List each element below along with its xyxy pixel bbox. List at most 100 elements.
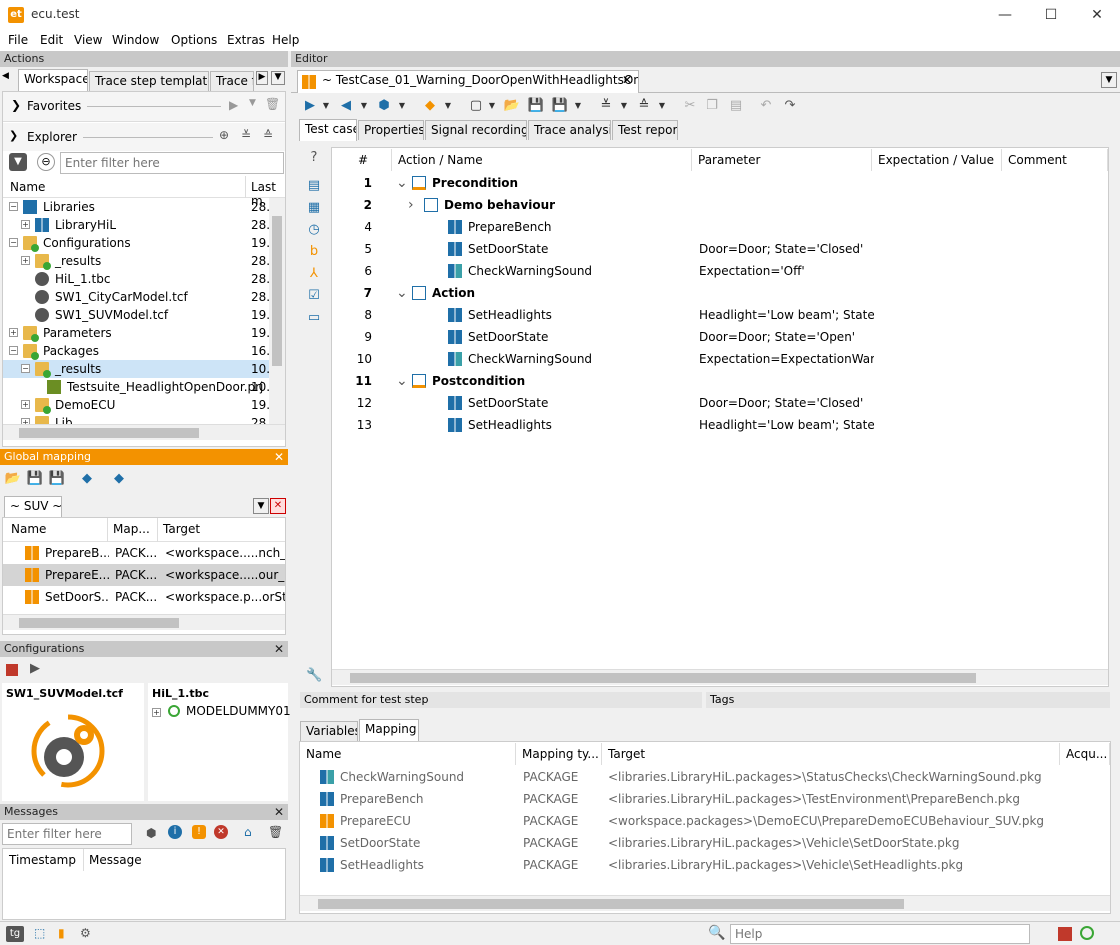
msg-col-message[interactable]: Message <box>89 853 142 867</box>
tab-workspace[interactable]: Workspace <box>18 69 88 91</box>
run-dropdown-icon[interactable]: ▼ <box>317 97 335 115</box>
tab-testcase-file[interactable]: ~ TestCase_01_Warning_DoorOpenWithHeadli… <box>297 70 639 93</box>
expand-chevron-icon[interactable]: › <box>408 194 414 216</box>
map-col-acquisition[interactable]: Acqu... <box>1060 743 1110 765</box>
grid-hscroll[interactable] <box>332 669 1108 685</box>
collapse-dropdown-icon[interactable]: ▼ <box>653 97 671 115</box>
lock-icon[interactable]: ⌂ <box>244 825 252 839</box>
tree-item[interactable]: SW1_SUVModel.tcf 19.1 <box>3 306 269 324</box>
test-step-row[interactable]: 1 ⌄ Precondition <box>332 172 1108 194</box>
explorer-filter-input[interactable] <box>60 152 284 174</box>
filter-info-icon[interactable]: i <box>168 825 182 839</box>
test-step-row[interactable]: 6 CheckWarningSound Expectation='Off' <box>332 260 1108 282</box>
tree-item[interactable]: − Configurations 19.1 <box>3 234 269 252</box>
test-step-row[interactable]: 2 › Demo behaviour <box>332 194 1108 216</box>
branch-icon[interactable]: ⅄ <box>306 266 322 282</box>
save-all-icon[interactable]: 💾 <box>551 97 569 115</box>
tab-signal-recordings[interactable]: Signal recordings <box>425 120 527 140</box>
gm-row[interactable]: SetDoorS... PACK... <workspace.p...orState <box>3 586 285 608</box>
stop-all-icon[interactable] <box>1058 927 1072 941</box>
chevron-right-icon[interactable]: ❯ <box>11 98 21 112</box>
tree-expander-icon[interactable]: + <box>21 256 30 265</box>
settings-gear-icon[interactable]: ⚙ <box>80 926 91 940</box>
config-expander[interactable]: + <box>152 708 161 717</box>
mapping-row[interactable]: PrepareBench PACKAGE <libraries.LibraryHiL… <box>300 788 1110 810</box>
tree-expander-icon[interactable]: − <box>9 346 18 355</box>
close-messages-icon[interactable]: ✕ <box>274 804 284 820</box>
test-step-row[interactable]: 11 ⌄ Postcondition <box>332 370 1108 392</box>
bus-icon[interactable]: b <box>306 244 322 260</box>
new-dropdown-icon[interactable]: ▼ <box>483 97 501 115</box>
msg-col-timestamp[interactable]: Timestamp <box>9 853 76 867</box>
save-icon[interactable]: 💾 <box>26 470 44 488</box>
comment-icon[interactable]: ▭ <box>306 310 322 326</box>
tree-item[interactable]: +Lib28.0 <box>3 414 269 424</box>
check-mapping-icon[interactable]: ◆ <box>78 470 96 488</box>
tree-item[interactable]: − Packages 16.1 <box>3 342 269 360</box>
tab-suv[interactable]: ~ SUV ~ <box>4 496 62 518</box>
close-button[interactable]: ✕ <box>1074 0 1120 31</box>
close-tab-icon[interactable]: ✕ <box>622 71 632 89</box>
menu-view[interactable]: View <box>74 33 102 47</box>
chevron-down-icon[interactable]: ❯ <box>9 129 18 142</box>
filter-icon[interactable]: ▼ <box>9 153 27 171</box>
wrench-icon[interactable]: 🔧 <box>306 668 322 684</box>
paste-icon[interactable]: ▤ <box>727 97 745 115</box>
explorer-vscroll[interactable] <box>269 198 285 424</box>
help-icon[interactable]: ? <box>306 150 322 166</box>
check-dropdown-icon[interactable]: ▼ <box>439 97 457 115</box>
column-name[interactable]: Name <box>10 180 45 194</box>
menu-options[interactable]: Options <box>171 33 217 47</box>
tree-item[interactable]: + DemoECU 19.1 <box>3 396 269 414</box>
close-global-mapping-icon[interactable]: ✕ <box>274 449 284 465</box>
tree-item[interactable]: HiL_1.tbc 28.0 <box>3 270 269 288</box>
test-step-row[interactable]: 7 ⌄ Action <box>332 282 1108 304</box>
mapping-dropdown-icon[interactable]: ▼ <box>253 498 269 514</box>
delete-icon[interactable]: 🗑 <box>265 97 280 111</box>
collapse-all-icon[interactable]: ≙ <box>263 128 273 142</box>
stop-icon[interactable] <box>6 664 18 676</box>
menu-file[interactable]: File <box>8 33 28 47</box>
menu-help[interactable]: Help <box>272 33 299 47</box>
collapse-chevron-icon[interactable]: ⌄ <box>396 172 408 194</box>
test-step-row[interactable]: 12 SetDoorState Door=Door; State='Closed' <box>332 392 1108 414</box>
package-dropdown-icon[interactable]: ▼ <box>393 97 411 115</box>
grid-col-action-name[interactable]: Action / Name <box>392 149 692 171</box>
tab-scroll-right-icon[interactable]: ▶ <box>256 71 268 85</box>
cut-icon[interactable]: ✂ <box>681 97 699 115</box>
tab-test-report[interactable]: Test report <box>612 120 678 140</box>
explorer-hscroll[interactable] <box>3 424 285 440</box>
tg-icon[interactable]: tg <box>6 926 24 942</box>
collapse-chevron-icon[interactable]: ⌄ <box>396 282 408 304</box>
close-configurations-icon[interactable]: ✕ <box>274 641 284 657</box>
mapping-row[interactable]: PrepareECU PACKAGE <workspace.packages>\De… <box>300 810 1110 832</box>
save-file-icon[interactable]: 💾 <box>527 97 545 115</box>
tree-item[interactable]: + LibraryHiL 28.0 <box>3 216 269 234</box>
expand-dropdown-icon[interactable]: ▼ <box>615 97 633 115</box>
tree-expander-icon[interactable]: − <box>21 364 30 373</box>
filter-error-icon[interactable]: ✕ <box>214 825 228 839</box>
menu-window[interactable]: Window <box>112 33 159 47</box>
undo-icon[interactable]: ↶ <box>757 97 775 115</box>
open-icon[interactable]: 📂 <box>4 470 22 488</box>
test-step-row[interactable]: 4 PrepareBench <box>332 216 1108 238</box>
package-icon[interactable]: ⬢ <box>375 97 393 115</box>
gm-col-map[interactable]: Map... <box>113 522 150 536</box>
network-icon[interactable]: ⬚ <box>34 926 45 940</box>
copy-icon[interactable]: ❐ <box>703 97 721 115</box>
dropdown-icon[interactable]: ▼ <box>249 98 256 108</box>
map-col-type[interactable]: Mapping ty... <box>516 743 602 765</box>
check-icon[interactable]: ◆ <box>421 97 439 115</box>
grid-col-comment[interactable]: Comment <box>1002 149 1108 171</box>
tree-expander-icon[interactable]: + <box>9 328 18 337</box>
redo-icon[interactable]: ↷ <box>781 97 799 115</box>
tab-list-icon[interactable]: ▼ <box>271 71 285 85</box>
tab-mapping[interactable]: Mapping <box>359 719 419 741</box>
map-col-name[interactable]: Name <box>300 743 516 765</box>
filter-debug-icon[interactable]: ⬢ <box>146 826 156 840</box>
gm-hscroll[interactable] <box>3 614 285 630</box>
mapping-hscroll[interactable] <box>300 895 1110 911</box>
collapse-chevron-icon[interactable]: ⌄ <box>396 370 408 392</box>
sound-icon[interactable]: ◀ <box>337 97 355 115</box>
map-col-target[interactable]: Target <box>602 743 1060 765</box>
